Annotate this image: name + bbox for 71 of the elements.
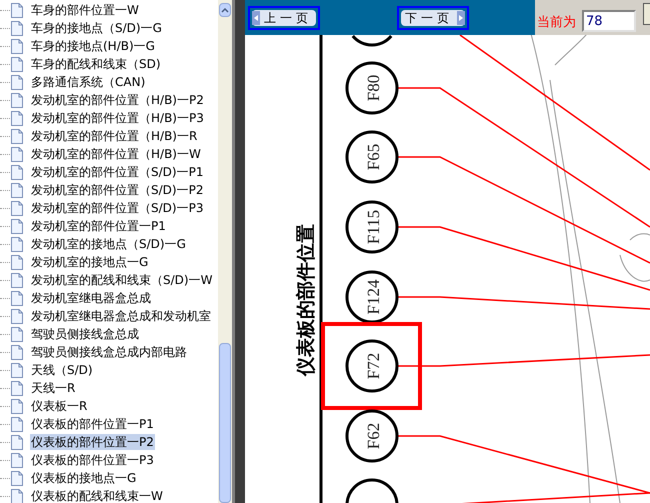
scrollbar[interactable] (218, 0, 232, 503)
document-icon (11, 182, 23, 198)
document-icon (11, 236, 23, 252)
connector-label: F65 (364, 144, 383, 170)
connector-label: F80 (364, 74, 383, 102)
next-page-button[interactable]: 下一页 (401, 10, 465, 26)
tree-item[interactable]: 发动机室的部件位置（S/D)一P3 (30, 200, 204, 216)
tree-item[interactable]: 发动机室继电器盒总成和发动机室 (30, 308, 212, 324)
document-icon (11, 326, 23, 342)
tree-item[interactable]: 发动机室的部件位置（H/B)一P3 (30, 110, 205, 126)
document-icon (11, 416, 23, 432)
tree-item[interactable]: 多路通信系统（CAN) (30, 74, 146, 90)
tree-item[interactable]: 发动机室继电器盒总成 (30, 290, 152, 306)
document-icon (11, 128, 23, 144)
tree-item[interactable]: 仪表板一R (30, 398, 88, 414)
tree-item[interactable]: 车身的接地点（S/D)一G (30, 20, 163, 36)
document-icon (11, 164, 23, 180)
tree-item[interactable]: 发动机室的接地点（S/D)一G (30, 236, 187, 252)
document-icon (11, 272, 23, 288)
connector-label: F62 (364, 422, 383, 450)
tree-item[interactable]: 仪表板的部件位置一P2 (30, 434, 155, 450)
tree-item[interactable]: 发动机室的部件位置（S/D)一P2 (30, 182, 204, 198)
document-icon (11, 308, 23, 324)
document-icon (11, 254, 23, 270)
tree-item[interactable]: 发动机室的部件位置（H/B)一W (30, 146, 202, 162)
tree-item[interactable]: 车身的接地点(H/B)一G (30, 38, 156, 54)
scroll-up-button[interactable] (219, 3, 231, 17)
tree-item[interactable]: 仪表板的部件位置一P1 (30, 416, 155, 432)
tree-item[interactable]: 仪表板的配线和线束一W (30, 488, 164, 503)
diagram-title: 仪表板的部件位置 (295, 224, 317, 376)
tree-item[interactable]: 仪表板的接地点一G (30, 470, 138, 486)
connector-label: F72 (364, 352, 383, 380)
document-icon (11, 218, 23, 234)
document-icon (11, 488, 23, 503)
previous-page-button[interactable]: 上一页 (252, 10, 316, 26)
tree-item[interactable]: 仪表板的部件位置一P3 (30, 452, 155, 468)
document-icon (11, 434, 23, 450)
document-icon (11, 146, 23, 162)
tree-item[interactable]: 车身的配线和线束（SD) (30, 56, 162, 72)
tree-item[interactable]: 驾驶员侧接线盒总成内部电路 (30, 344, 188, 360)
document-icon (11, 74, 23, 90)
document-icon (11, 20, 23, 36)
tree-item[interactable]: 发动机室的部件位置（H/B)一P2 (30, 92, 205, 108)
tree-item[interactable]: 发动机室的部件位置（H/B)一R (30, 128, 198, 144)
document-icon (11, 2, 23, 18)
tree-item[interactable]: 发动机室的部件位置一P1 (30, 218, 167, 234)
document-icon (11, 380, 23, 396)
document-icon (11, 452, 23, 468)
document-icon (11, 92, 23, 108)
caret-up-icon (221, 8, 229, 12)
tree-item[interactable]: 天线（S/D) (30, 362, 94, 378)
tree-item[interactable]: 发动机室的接地点一G (30, 254, 150, 270)
current-page-label: 当前为 (537, 14, 576, 32)
document-icon (11, 362, 23, 378)
tree-item[interactable]: 天线一R (30, 380, 76, 396)
tree-item[interactable]: 发动机室的配线和线束（S/D)一W (30, 272, 214, 288)
page-number-field[interactable]: 78 (582, 10, 636, 32)
document-icon (11, 398, 23, 414)
tree-item[interactable]: 驾驶员侧接线盒总成 (30, 326, 140, 342)
document-icon (11, 56, 23, 72)
document-icon (11, 110, 23, 126)
document-icon (11, 344, 23, 360)
tree-item[interactable]: 车身的部件位置一W (30, 2, 140, 18)
tree-item[interactable]: 发动机室的部件位置（S/D)一P1 (30, 164, 204, 180)
document-icon (11, 38, 23, 54)
connector-label: F124 (364, 280, 383, 314)
scroll-thumb[interactable] (219, 343, 231, 503)
document-icon (11, 290, 23, 306)
document-icon (11, 200, 23, 216)
connector-label: F115 (364, 210, 383, 244)
document-icon (11, 470, 23, 486)
